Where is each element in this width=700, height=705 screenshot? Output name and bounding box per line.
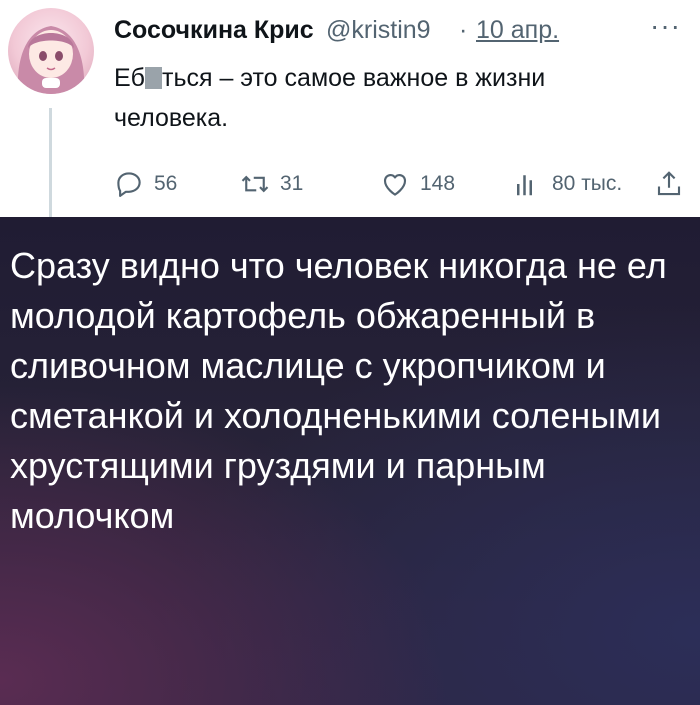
- views-count: 80 тыс.: [552, 172, 623, 195]
- retweet-icon: [241, 175, 269, 193]
- like-icon: [383, 173, 407, 196]
- more-icon[interactable]: ···: [650, 14, 681, 42]
- reply-icon: [117, 172, 141, 197]
- tweet-card: Сосочкина Крис @kristin9 · 10 апр. ··· Е…: [0, 0, 700, 217]
- separator-dot: ·: [459, 16, 468, 44]
- like-button[interactable]: 148: [380, 164, 455, 204]
- author-name[interactable]: Сосочкина Крис: [114, 16, 314, 45]
- tweet-text-start: Еб: [114, 64, 145, 92]
- tweet-actions: 56 31 148 80 тыс.: [114, 164, 684, 204]
- views-icon: [517, 175, 532, 196]
- thread-line: [49, 108, 52, 217]
- tweet-header: Сосочкина Крис @kristin9 · 10 апр. ···: [114, 14, 694, 50]
- share-icon: [657, 171, 681, 196]
- avatar-illustration: [17, 26, 85, 94]
- meme-caption-panel: Сразу видно что человек никогда не ел мо…: [0, 217, 700, 705]
- author-handle[interactable]: @kristin9: [326, 16, 452, 45]
- like-count: 148: [420, 172, 456, 195]
- tweet-text-line-1: Еб ться – это самое важное в жизни: [114, 58, 654, 98]
- retweet-count: 31: [280, 172, 304, 195]
- retweet-button[interactable]: 31: [240, 164, 303, 204]
- reply-button[interactable]: 56: [114, 164, 177, 204]
- reply-count: 56: [154, 172, 178, 195]
- meme-caption-text: Сразу видно что человек никогда не ел мо…: [10, 245, 667, 536]
- avatar[interactable]: [8, 8, 94, 94]
- tweet-date-link[interactable]: 10 апр.: [476, 16, 559, 45]
- tweet-text-line-2: человека.: [114, 104, 229, 132]
- tweet-text-rest: ться – это самое важное в жизни: [162, 64, 546, 92]
- share-button[interactable]: [654, 164, 684, 204]
- views-button[interactable]: 80 тыс.: [512, 164, 622, 204]
- tweet-text: Еб ться – это самое важное в жизни челове…: [114, 58, 654, 138]
- censor-block: [145, 67, 162, 89]
